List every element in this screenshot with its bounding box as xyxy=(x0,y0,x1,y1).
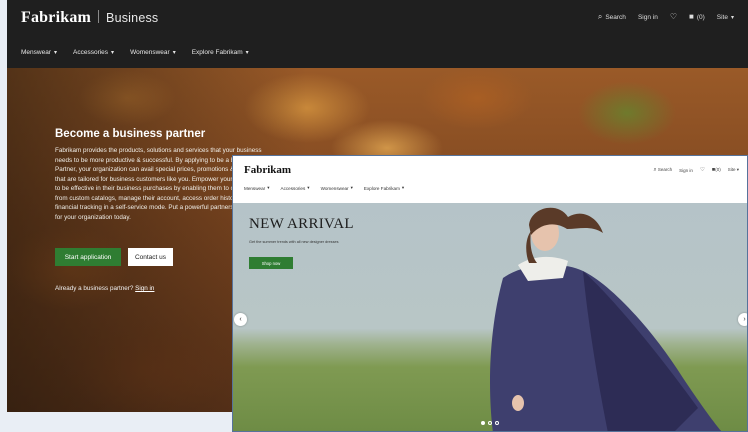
chevron-down-icon: ▾ xyxy=(111,49,115,56)
sign-in-link[interactable]: Sign in xyxy=(679,168,693,173)
chevron-left-icon: ‹ xyxy=(239,316,242,323)
header-bar: Fabrikam ⌕ Search Sign in ♡ ■(0) Site ▾ xyxy=(233,156,747,184)
sign-in-link[interactable]: Sign in xyxy=(638,14,658,21)
search-label: Search xyxy=(657,167,673,172)
carousel-prev-button[interactable]: ‹ xyxy=(234,313,247,326)
nav-item-womenswear[interactable]: Womenswear ▾ xyxy=(130,49,176,56)
nav-label: Womenswear xyxy=(130,48,170,56)
site-label: Site xyxy=(716,13,728,21)
main-nav: Menswear ▾ Accessories ▾ Womenswear ▾ Explo… xyxy=(7,36,748,68)
chevron-down-icon: ▾ xyxy=(730,14,734,21)
nav-label: Accessories xyxy=(280,185,306,191)
hero-title: NEW ARRIVAL xyxy=(249,216,354,232)
search-label: Search xyxy=(605,13,626,21)
cart-count: (0) xyxy=(715,167,721,172)
nav-item-menswear[interactable]: Menswear ▾ xyxy=(244,185,270,191)
nav-label: Womenswear xyxy=(320,185,349,191)
chevron-down-icon: ▾ xyxy=(350,185,353,190)
search-icon: ⌕ xyxy=(597,12,603,21)
hero-title: Become a business partner xyxy=(55,128,206,140)
carousel-next-button[interactable]: › xyxy=(738,313,747,326)
partner-note: Already a business partner? Sign in xyxy=(55,285,154,292)
nav-item-accessories[interactable]: Accessories ▾ xyxy=(73,49,114,56)
header-utilities: ⌕ Search Sign in ♡ ■(0) Site ▾ xyxy=(654,167,739,174)
brand-logo[interactable]: Fabrikam xyxy=(244,164,291,176)
carousel-dot[interactable] xyxy=(488,421,492,425)
chevron-down-icon: ▾ xyxy=(53,49,57,56)
site-label: Site xyxy=(727,167,736,173)
chevron-down-icon: ▾ xyxy=(172,49,176,56)
sign-in-link[interactable]: Sign in xyxy=(135,285,154,292)
chevron-down-icon: ▾ xyxy=(401,185,405,190)
carousel-dot[interactable] xyxy=(495,421,499,425)
brand-logo[interactable]: Fabrikam Business xyxy=(21,9,158,27)
chevron-down-icon: ▾ xyxy=(736,167,739,173)
heart-icon: ♡ xyxy=(699,167,705,173)
carousel-dot[interactable] xyxy=(481,421,485,425)
shop-now-button[interactable]: Shop now xyxy=(249,257,293,269)
brand-name: Fabrikam xyxy=(21,9,92,26)
site-selector[interactable]: Site ▾ xyxy=(728,167,739,173)
cart-button[interactable]: ■(0) xyxy=(712,167,721,174)
wishlist-button[interactable]: ♡ xyxy=(700,167,705,174)
search-button[interactable]: ⌕ Search xyxy=(654,167,673,174)
nav-label: Explore Fabrikam xyxy=(363,185,400,191)
brand-divider xyxy=(98,10,100,23)
nav-item-menswear[interactable]: Menswear ▾ xyxy=(21,49,57,56)
chevron-down-icon: ▾ xyxy=(245,49,249,56)
chevron-down-icon: ▾ xyxy=(307,185,310,190)
cart-count: (0) xyxy=(696,13,705,21)
model-photo xyxy=(490,207,722,431)
carousel-indicators xyxy=(481,421,499,425)
site-selector[interactable]: Site ▾ xyxy=(717,14,734,21)
nav-item-explore[interactable]: Explore Fabrikam ▾ xyxy=(192,49,249,56)
hero-carousel: NEW ARRIVAL Get the summer trends with a… xyxy=(233,203,747,431)
contact-us-button[interactable]: Contact us xyxy=(128,248,173,266)
header-bar: Fabrikam Business ⌕ Search Sign in ♡ ■ (0… xyxy=(7,0,748,36)
wishlist-button[interactable]: ♡ xyxy=(670,13,677,21)
main-nav: Menswear ▾ Accessories ▾ Womenswear ▾ Explo… xyxy=(244,185,404,191)
store-home-window: Fabrikam ⌕ Search Sign in ♡ ■(0) Site ▾ … xyxy=(232,155,748,432)
nav-item-explore[interactable]: Explore Fabrikam ▾ xyxy=(364,185,404,191)
heart-icon: ♡ xyxy=(669,12,677,21)
search-icon: ⌕ xyxy=(653,167,657,173)
brand-subtitle: Business xyxy=(106,11,159,25)
nav-label: Accessories xyxy=(73,48,109,56)
partner-note-text: Already a business partner? xyxy=(55,285,134,292)
nav-label: Menswear xyxy=(244,185,266,191)
header-utilities: ⌕ Search Sign in ♡ ■ (0) Site ▾ xyxy=(598,13,734,21)
sign-in-label: Sign in xyxy=(637,13,658,21)
nav-label: Explore Fabrikam xyxy=(191,48,243,56)
cart-button[interactable]: ■ (0) xyxy=(689,13,705,21)
bag-icon: ■ xyxy=(688,12,694,21)
start-application-button[interactable]: Start application xyxy=(55,248,121,266)
nav-item-womenswear[interactable]: Womenswear ▾ xyxy=(321,185,353,191)
hero-subtitle: Get the summer trends with all new desig… xyxy=(249,240,339,244)
nav-label: Menswear xyxy=(21,48,51,56)
chevron-down-icon: ▾ xyxy=(267,185,270,190)
search-button[interactable]: ⌕ Search xyxy=(598,13,626,21)
chevron-right-icon: › xyxy=(743,316,746,323)
nav-item-accessories[interactable]: Accessories ▾ xyxy=(281,185,310,191)
